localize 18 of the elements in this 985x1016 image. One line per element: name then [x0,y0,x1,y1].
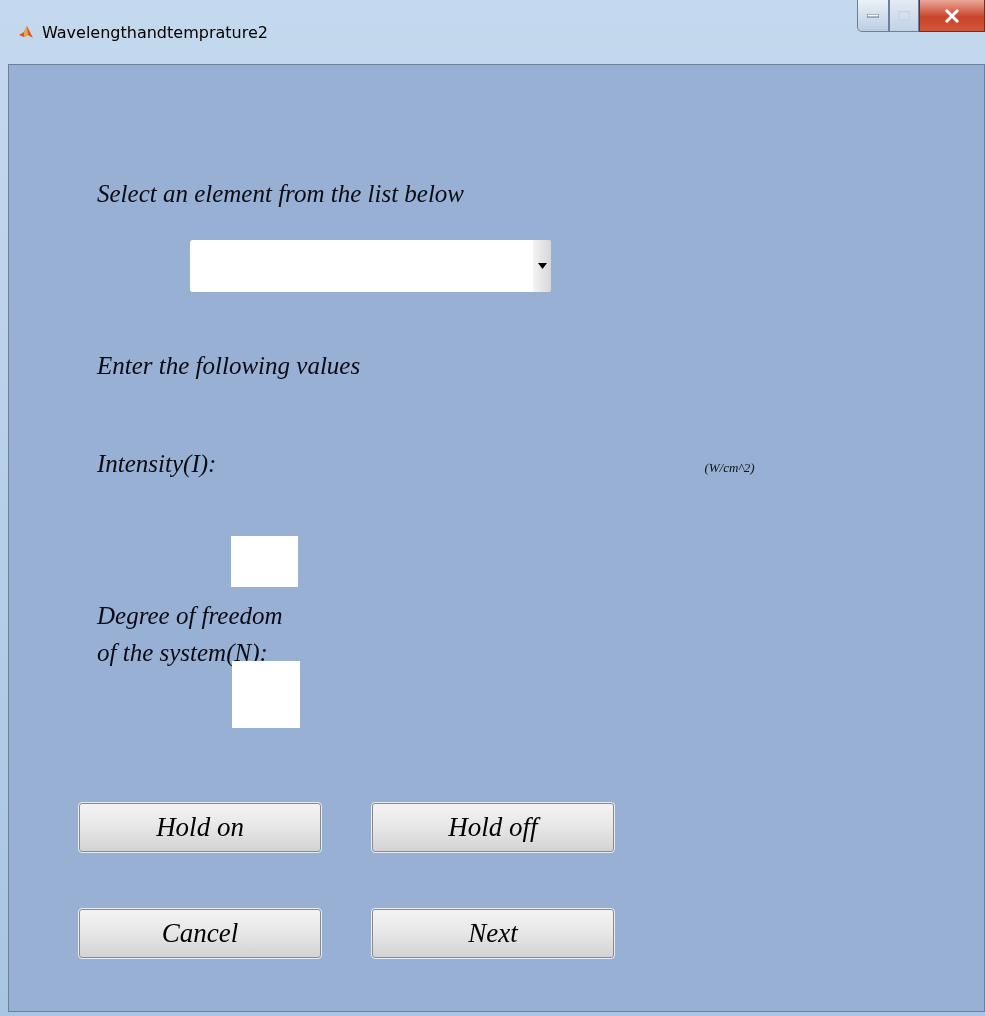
values-prompt: Enter the following values [97,351,361,381]
form-button[interactable]: Next [372,909,614,958]
degrees-of-freedom-label: Degree of freedom of the system(N): [97,601,283,669]
form-button[interactable]: Hold on [79,803,321,852]
close-icon [944,8,960,23]
caret-icon [537,263,547,269]
element-prompt: Select an element from the list below [97,179,465,209]
form-button[interactable]: Hold off [372,803,614,852]
minimize-button[interactable] [857,0,889,32]
window-title: Wavelengthandtemprature2 [42,24,268,42]
form-button[interactable]: Cancel [79,909,321,958]
intensity-unit: (W/cm^2) [704,460,755,476]
close-button[interactable] [919,0,985,32]
peak-icon [18,24,34,40]
intensity-field[interactable] [231,536,298,587]
maximize-button[interactable] [889,0,919,32]
intensity-label: Intensity(I): [97,449,217,479]
minimize-icon [867,13,879,18]
